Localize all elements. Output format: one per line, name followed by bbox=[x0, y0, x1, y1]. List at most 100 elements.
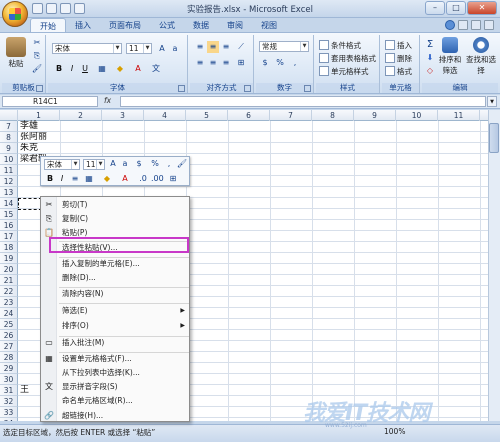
mini-format-painter-icon[interactable]: 🖌 bbox=[176, 158, 188, 170]
find-select-button[interactable]: 查找和选择 bbox=[466, 37, 496, 76]
context-menu-item[interactable]: 命名单元格区域(R)... bbox=[41, 394, 191, 408]
row-header-cell[interactable]: 18 bbox=[0, 242, 18, 253]
mini-decrease-decimal-icon[interactable]: .00 bbox=[151, 173, 164, 185]
row-header-cell[interactable]: 23 bbox=[0, 297, 18, 308]
mini-merge-icon[interactable]: ⊞ bbox=[167, 173, 179, 185]
number-format-combo[interactable]: 常规 ▼ bbox=[259, 41, 309, 52]
mini-grow-font-icon[interactable]: A bbox=[107, 158, 119, 170]
align-right-icon[interactable]: ≡ bbox=[220, 57, 232, 69]
mini-font-combo[interactable]: 宋体 ▼ bbox=[44, 159, 80, 170]
office-button[interactable] bbox=[2, 1, 28, 27]
row-header-cell[interactable]: 16 bbox=[0, 220, 18, 231]
context-menu-item[interactable]: 排序(O) ▶ bbox=[41, 319, 191, 333]
clear-icon[interactable]: ◇ bbox=[424, 65, 436, 77]
row-header-cell[interactable]: 10 bbox=[0, 154, 18, 165]
mini-shrink-font-icon[interactable]: a bbox=[119, 158, 131, 170]
row-header-cell[interactable]: 30 bbox=[0, 374, 18, 385]
dialog-launcher-icon[interactable] bbox=[178, 85, 185, 92]
row-header-cell[interactable]: 12 bbox=[0, 176, 18, 187]
underline-button[interactable]: U bbox=[79, 63, 91, 75]
column-header-cell[interactable]: 5 bbox=[186, 110, 228, 121]
border-icon[interactable]: ▦ bbox=[96, 63, 108, 75]
align-top-icon[interactable]: ≡ bbox=[194, 41, 206, 53]
maximize-button[interactable]: □ bbox=[446, 1, 466, 15]
insert-function-icon[interactable]: fx bbox=[104, 96, 120, 107]
cut-icon[interactable]: ✂ bbox=[31, 37, 43, 49]
tab-insert[interactable]: 插入 bbox=[66, 18, 100, 32]
row-header-cell[interactable]: 19 bbox=[0, 253, 18, 264]
context-menu-item[interactable]: ▭ 插入批注(M) bbox=[41, 336, 191, 350]
comma-icon[interactable]: , bbox=[289, 57, 301, 69]
row-header-cell[interactable]: 24 bbox=[0, 308, 18, 319]
row-header-cell[interactable]: 32 bbox=[0, 396, 18, 407]
percent-icon[interactable]: % bbox=[274, 57, 286, 69]
context-menu-item[interactable]: ✂ 剪切(T) bbox=[41, 198, 191, 212]
context-menu-item[interactable]: 清除内容(N) bbox=[41, 287, 191, 301]
tab-data[interactable]: 数据 bbox=[184, 18, 218, 32]
context-menu-item[interactable]: 文显示拼音字段(S) bbox=[41, 380, 191, 394]
column-header-cell[interactable]: 7 bbox=[270, 110, 312, 121]
context-menu-item[interactable]: ▦ 设置单元格格式(F)... bbox=[41, 352, 191, 366]
column-header-cell[interactable]: 11 bbox=[438, 110, 480, 121]
vertical-scrollbar[interactable] bbox=[488, 110, 500, 421]
workbook-minimize-icon[interactable] bbox=[458, 20, 468, 30]
column-header-cell[interactable]: 8 bbox=[312, 110, 354, 121]
dialog-launcher-icon[interactable] bbox=[304, 85, 311, 92]
row-header-cell[interactable]: 28 bbox=[0, 352, 18, 363]
tab-home[interactable]: 开始 bbox=[30, 18, 66, 32]
row-header-cell[interactable]: 34 bbox=[0, 418, 18, 421]
format-cells-button[interactable]: 格式 bbox=[385, 65, 412, 77]
context-menu-item[interactable]: 筛选(E) ▶ bbox=[41, 304, 191, 318]
merge-icon[interactable]: ⊞ bbox=[235, 57, 247, 69]
row-header-cell[interactable]: 31 bbox=[0, 385, 18, 396]
row-header-cell[interactable]: 7 bbox=[0, 121, 18, 132]
mini-italic-button[interactable]: I bbox=[56, 173, 68, 185]
autosum-icon[interactable]: Σ bbox=[424, 39, 436, 51]
mini-align-icon[interactable]: ≡ bbox=[69, 173, 81, 185]
table-format-button[interactable]: 套用表格格式 bbox=[319, 52, 376, 64]
zoom-level[interactable]: 100% bbox=[384, 427, 405, 436]
grow-font-icon[interactable]: A bbox=[156, 43, 168, 55]
copy-icon[interactable]: ⎘ bbox=[31, 50, 43, 62]
row-header-cell[interactable]: 13 bbox=[0, 187, 18, 198]
mini-font-color-icon[interactable]: A bbox=[119, 173, 131, 185]
mini-increase-decimal-icon[interactable]: .0 bbox=[137, 173, 149, 185]
context-menu-item[interactable]: 删除(D)... bbox=[41, 271, 191, 285]
workbook-restore-icon[interactable] bbox=[471, 20, 481, 30]
mini-border-icon[interactable]: ▦ bbox=[83, 173, 95, 185]
column-header-cell[interactable]: 10 bbox=[396, 110, 438, 121]
font-size-combo[interactable]: 11 ▼ bbox=[126, 43, 152, 54]
row-header-cell[interactable]: 27 bbox=[0, 341, 18, 352]
row-header-cell[interactable]: 9 bbox=[0, 143, 18, 154]
mini-bold-button[interactable]: B bbox=[44, 173, 56, 185]
formula-expand-icon[interactable]: ▼ bbox=[487, 96, 497, 107]
row-header-cell[interactable]: 20 bbox=[0, 264, 18, 275]
dialog-launcher-icon[interactable] bbox=[244, 85, 251, 92]
row-header-cell[interactable]: 33 bbox=[0, 407, 18, 418]
help-icon[interactable] bbox=[445, 20, 455, 30]
column-header-cell[interactable]: 1 bbox=[18, 110, 60, 121]
tab-page-layout[interactable]: 页面布局 bbox=[100, 18, 150, 32]
insert-cells-button[interactable]: 插入 bbox=[385, 39, 412, 51]
delete-cells-button[interactable]: 删除 bbox=[385, 52, 412, 64]
mini-size-combo[interactable]: 11 ▼ bbox=[83, 159, 105, 170]
currency-icon[interactable]: $ bbox=[259, 57, 271, 69]
scroll-thumb[interactable] bbox=[489, 123, 499, 153]
mini-comma-icon[interactable]: , bbox=[163, 158, 175, 170]
workbook-close-icon[interactable] bbox=[484, 20, 494, 30]
font-name-combo[interactable]: 宋体 ▼ bbox=[52, 43, 122, 54]
context-menu-item[interactable]: 插入复制的单元格(E)... bbox=[41, 257, 191, 271]
tab-view[interactable]: 视图 bbox=[252, 18, 286, 32]
mini-currency-icon[interactable]: $ bbox=[133, 158, 145, 170]
minimize-button[interactable]: – bbox=[425, 1, 445, 15]
row-header-cell[interactable]: 17 bbox=[0, 231, 18, 242]
tab-formulas[interactable]: 公式 bbox=[150, 18, 184, 32]
dialog-launcher-icon[interactable] bbox=[36, 85, 43, 92]
align-middle-icon[interactable]: ≡ bbox=[207, 41, 219, 53]
phonetic-icon[interactable]: 文 bbox=[150, 63, 162, 75]
sort-filter-button[interactable]: 排序和筛选 bbox=[436, 37, 464, 76]
align-left-icon[interactable]: ≡ bbox=[194, 57, 206, 69]
context-menu-item[interactable]: 🔗 超链接(H)... bbox=[41, 409, 191, 423]
context-menu-item[interactable]: 从下拉列表中选择(K)... bbox=[41, 366, 191, 380]
name-box[interactable]: R14C1 bbox=[2, 96, 98, 107]
